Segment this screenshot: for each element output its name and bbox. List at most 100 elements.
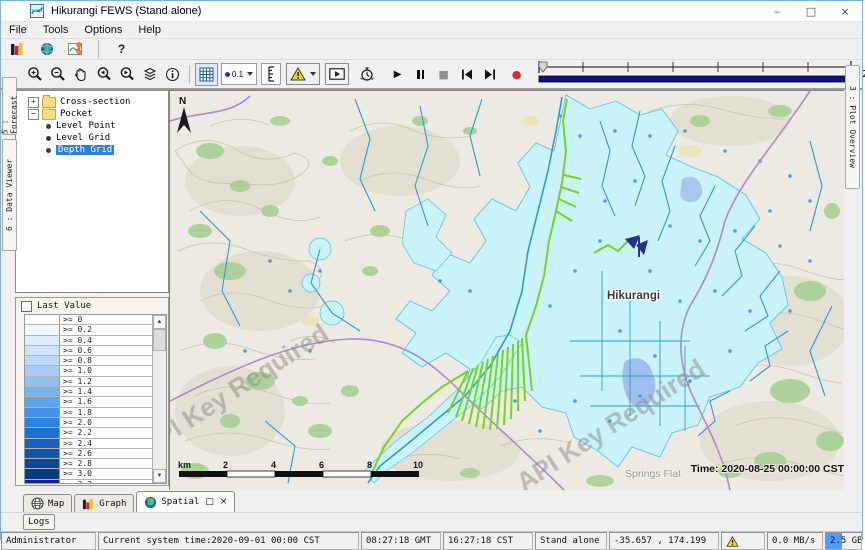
pause-button[interactable]: [409, 63, 432, 86]
status-user: Administrator: [1, 532, 96, 550]
legend-color-swatch: [25, 336, 60, 345]
logs-button[interactable]: Logs: [23, 514, 55, 530]
thresholds-dropdown[interactable]: [286, 63, 320, 85]
legend-row[interactable]: >= 0.6: [25, 346, 152, 356]
skip-start-icon: [461, 69, 473, 80]
tree-node-cross-section[interactable]: + Cross-section: [16, 96, 168, 108]
legend-row[interactable]: >= 2.6: [25, 449, 152, 459]
legend-row[interactable]: >= 2.2: [25, 428, 152, 438]
legend-row[interactable]: >= 3.0: [25, 469, 152, 479]
record-button[interactable]: ●: [505, 63, 528, 86]
sidebar-tab-forecast[interactable]: 5 : Forecast: [2, 77, 17, 135]
legend-color-swatch: [25, 469, 60, 478]
skip-to-end-button[interactable]: [478, 63, 501, 86]
close-button[interactable]: ×: [828, 1, 862, 21]
zoom-next-icon: [119, 66, 135, 82]
legend-row[interactable]: >= 3.2: [25, 480, 152, 483]
layers-icon: [142, 67, 158, 81]
zoom-previous-button[interactable]: [92, 63, 115, 86]
legend-row-label: >= 2.6: [60, 449, 152, 458]
chart-icon: [68, 42, 84, 56]
tree-node-pocket[interactable]: − Pocket: [16, 108, 168, 120]
help-button[interactable]: ?: [110, 38, 133, 61]
last-value-label: Last Value: [37, 301, 91, 311]
map-canvas[interactable]: API Key Required API Key Required Hikura…: [169, 90, 844, 490]
legend-row-label: >= 0.4: [60, 336, 152, 345]
animation-window-button[interactable]: [325, 63, 349, 85]
scrollbar-thumb[interactable]: [153, 329, 166, 351]
expand-icon[interactable]: +: [28, 97, 39, 108]
tab-map[interactable]: Map: [23, 494, 72, 512]
tree-leaf-level-point[interactable]: Level Point: [16, 120, 168, 132]
legend-row[interactable]: >= 1.0: [25, 366, 152, 376]
vertical-scale-button[interactable]: [261, 63, 281, 85]
scroll-up-button[interactable]: ▲: [153, 315, 166, 329]
sidebar-tab-data-viewer[interactable]: 6 : Data Viewer: [2, 139, 17, 251]
grid-display-button[interactable]: [195, 63, 218, 86]
timeline-span-bar: [539, 76, 851, 82]
scrollbar-track[interactable]: [153, 329, 166, 469]
info-button[interactable]: [161, 63, 184, 86]
legend-row-label: >= 0.6: [60, 346, 152, 355]
legend-row[interactable]: >= 1.4: [25, 387, 152, 397]
zoom-out-icon: [50, 66, 66, 82]
skip-to-start-button[interactable]: [455, 63, 478, 86]
legend-color-swatch: [25, 377, 60, 386]
menu-help[interactable]: Help: [130, 24, 169, 36]
svg-text:4: 4: [271, 460, 276, 470]
legend-row[interactable]: >= 0: [25, 315, 152, 325]
play-button[interactable]: ▶: [386, 63, 409, 86]
legend-color-swatch: [25, 356, 60, 365]
zoom-next-button[interactable]: [115, 63, 138, 86]
legend-row-label: >= 2.0: [60, 418, 152, 427]
time-slider-thumb[interactable]: [539, 62, 547, 72]
app-window: Hikurangi FEWS (Stand alone) – □ × File …: [0, 0, 863, 540]
minimize-button[interactable]: –: [760, 1, 794, 21]
scroll-down-button[interactable]: ▼: [153, 469, 166, 483]
layers-button[interactable]: [138, 63, 161, 86]
svg-text:10: 10: [413, 460, 423, 470]
legend-row[interactable]: >= 0.4: [25, 336, 152, 346]
animation-settings-button[interactable]: [355, 63, 378, 86]
timeseries-display-button[interactable]: [64, 38, 87, 61]
tree-leaf-level-grid[interactable]: Level Grid: [16, 132, 168, 144]
legend-row[interactable]: >= 1.6: [25, 397, 152, 407]
stop-button[interactable]: ■: [432, 63, 455, 86]
status-warning-cell[interactable]: [721, 532, 765, 550]
legend-row[interactable]: >= 2.4: [25, 439, 152, 449]
tab-map-label: Map: [48, 499, 64, 509]
zoom-in-button[interactable]: [23, 63, 46, 86]
legend-row[interactable]: >= 2.8: [25, 459, 152, 469]
menu-options[interactable]: Options: [76, 24, 130, 36]
legend-row[interactable]: >= 1.2: [25, 377, 152, 387]
display-tabs: Map Graph Spatial □ ×: [1, 490, 862, 513]
menu-file[interactable]: File: [1, 24, 35, 36]
pan-button[interactable]: [69, 63, 92, 86]
status-system-time: Current system time:2020-09-01 00:00 CST: [98, 532, 359, 550]
legend-row[interactable]: >= 1.8: [25, 408, 152, 418]
sidebar-tab-plot-overview[interactable]: 3 : Plot Overview: [845, 65, 860, 189]
menu-tools[interactable]: Tools: [35, 24, 77, 36]
collapse-icon[interactable]: −: [28, 109, 39, 120]
tree-node-label: Cross-section: [60, 97, 130, 107]
spatial-display-button[interactable]: [35, 38, 58, 61]
info-icon: [165, 67, 180, 82]
zoom-out-button[interactable]: [46, 63, 69, 86]
tab-close-icon[interactable]: ×: [220, 497, 228, 507]
map-toolbar: 0.1 ▶ ■ ●: [1, 60, 862, 90]
time-slider[interactable]: [536, 59, 854, 89]
maximize-button[interactable]: □: [794, 1, 828, 21]
tab-spatial[interactable]: Spatial □ ×: [136, 491, 235, 512]
tree-leaf-depth-grid[interactable]: Depth Grid: [16, 144, 168, 156]
legend-row-label: >= 2.8: [60, 459, 152, 468]
database-viewer-button[interactable]: [6, 38, 29, 61]
tab-maximize-icon[interactable]: □: [205, 497, 214, 507]
grid-interval-dropdown[interactable]: 0.1: [221, 63, 257, 85]
globe-icon: [40, 42, 54, 56]
legend-row[interactable]: >= 0.2: [25, 325, 152, 335]
legend-row[interactable]: >= 2.0: [25, 418, 152, 428]
last-value-checkbox[interactable]: [21, 301, 32, 312]
tab-graph[interactable]: Graph: [74, 494, 134, 512]
legend-scrollbar[interactable]: ▲ ▼: [152, 315, 166, 483]
legend-row[interactable]: >= 0.8: [25, 356, 152, 366]
